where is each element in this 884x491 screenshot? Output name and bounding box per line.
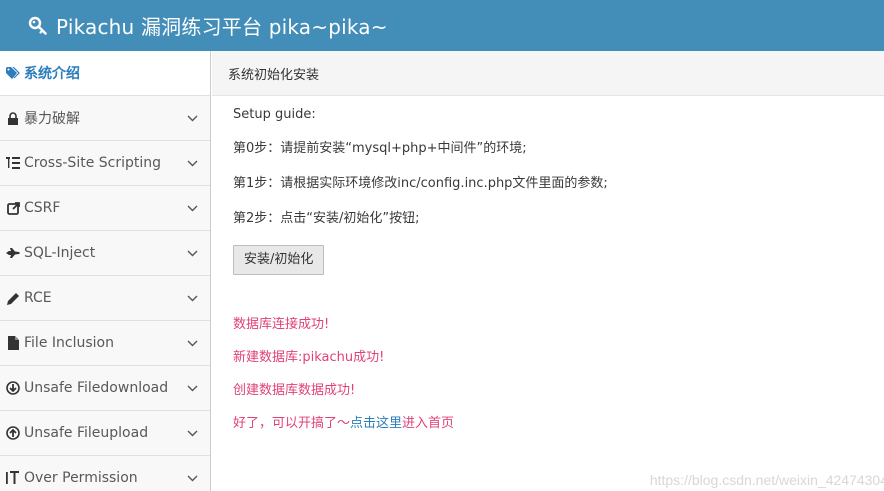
sidebar-item-label: RCE [24, 290, 52, 306]
tags-icon [6, 66, 20, 80]
chevron-down-icon[interactable] [186, 112, 198, 124]
key-icon [28, 15, 50, 37]
sidebar-item-label: Unsafe Filedownload [24, 380, 169, 396]
chevron-down-icon[interactable] [186, 382, 198, 394]
app-title[interactable]: Pikachu 漏洞练习平台 pika~pika~ [56, 11, 388, 40]
setup-guide: Setup guide: 第0步：请提前安装“mysql+php+中间件”的环境… [233, 106, 873, 275]
sidebar-item-sql-inject[interactable]: SQL-Inject [0, 231, 210, 276]
sidebar-item-csrf[interactable]: CSRF [0, 186, 210, 231]
chevron-down-icon[interactable] [186, 337, 198, 349]
sidebar-item-brute-force[interactable]: 暴力破解 [0, 96, 210, 141]
sidebar-item-label: Unsafe Fileupload [24, 425, 149, 441]
home-link[interactable]: 点击这里 [350, 416, 402, 431]
sidebar-item-over-permission[interactable]: Over Permission [0, 456, 210, 491]
fighter-jet-icon [6, 246, 20, 260]
chevron-down-icon[interactable] [186, 472, 198, 484]
chevron-down-icon[interactable] [186, 427, 198, 439]
db-create-success-message: 新建数据库:pikachu成功! [233, 350, 385, 365]
lock-icon [6, 111, 20, 125]
sidebar-item-rce[interactable]: RCE [0, 276, 210, 321]
guide-step-2: 第2步：点击“安装/初始化”按钮; [233, 211, 420, 226]
db-data-success-message: 创建数据库数据成功! [233, 383, 356, 398]
arrow-circle-down-icon [6, 381, 20, 395]
sidebar-item-unsafe-fileupload[interactable]: Unsafe Fileupload [0, 411, 210, 456]
arrow-circle-up-icon [6, 426, 20, 440]
db-connect-success-message: 数据库连接成功! [233, 317, 330, 332]
chevron-down-icon[interactable] [186, 157, 198, 169]
chevron-down-icon[interactable] [186, 202, 198, 214]
file-icon [6, 336, 20, 350]
sidebar-item-unsafe-filedownload[interactable]: Unsafe Filedownload [0, 366, 210, 411]
install-init-button[interactable]: 安装/初始化 [233, 245, 325, 275]
breadcrumb: 系统初始化安装 [212, 51, 884, 96]
done-prefix: 好了，可以开搞了～ [233, 416, 351, 431]
sidebar: 系统介绍 暴力破解 Cross-Site Scripting CSRF SQL-… [0, 51, 211, 491]
install-messages: 数据库连接成功! 新建数据库:pikachu成功! 创建数据库数据成功! 好了，… [233, 316, 454, 448]
breadcrumb-item: 系统初始化安装 [228, 67, 320, 83]
chevron-down-icon[interactable] [186, 292, 198, 304]
sidebar-item-label: CSRF [24, 200, 61, 216]
chevron-down-icon[interactable] [186, 247, 198, 259]
share-icon [6, 201, 20, 215]
pencil-icon [6, 291, 20, 305]
sidebar-item-xss[interactable]: Cross-Site Scripting [0, 141, 210, 186]
list-icon [6, 156, 20, 170]
text-cursor-icon [6, 471, 20, 485]
guide-step-0: 第0步：请提前安装“mysql+php+中间件”的环境; [233, 141, 527, 156]
sidebar-item-file-inclusion[interactable]: File Inclusion [0, 321, 210, 366]
guide-step-1: 第1步：请根据实际环境修改inc/config.inc.php文件里面的参数; [233, 176, 608, 191]
done-suffix: 进入首页 [402, 416, 455, 431]
top-navbar: Pikachu 漏洞练习平台 pika~pika~ [0, 0, 884, 51]
sidebar-item-label: SQL-Inject [24, 245, 96, 261]
watermark: https://blog.csdn.net/weixin_42474304 [649, 472, 884, 488]
sidebar-item-label: Over Permission [24, 470, 138, 486]
sidebar-item-label: File Inclusion [24, 335, 114, 351]
sidebar-item-label: Cross-Site Scripting [24, 155, 162, 171]
guide-heading: Setup guide: [233, 107, 316, 122]
sidebar-item-label: 暴力破解 [24, 111, 80, 127]
sidebar-item-label: 系统介绍 [24, 66, 80, 82]
sidebar-item-intro[interactable]: 系统介绍 [0, 51, 210, 96]
done-message: 好了，可以开搞了～点击这里进入首页 [233, 415, 454, 433]
